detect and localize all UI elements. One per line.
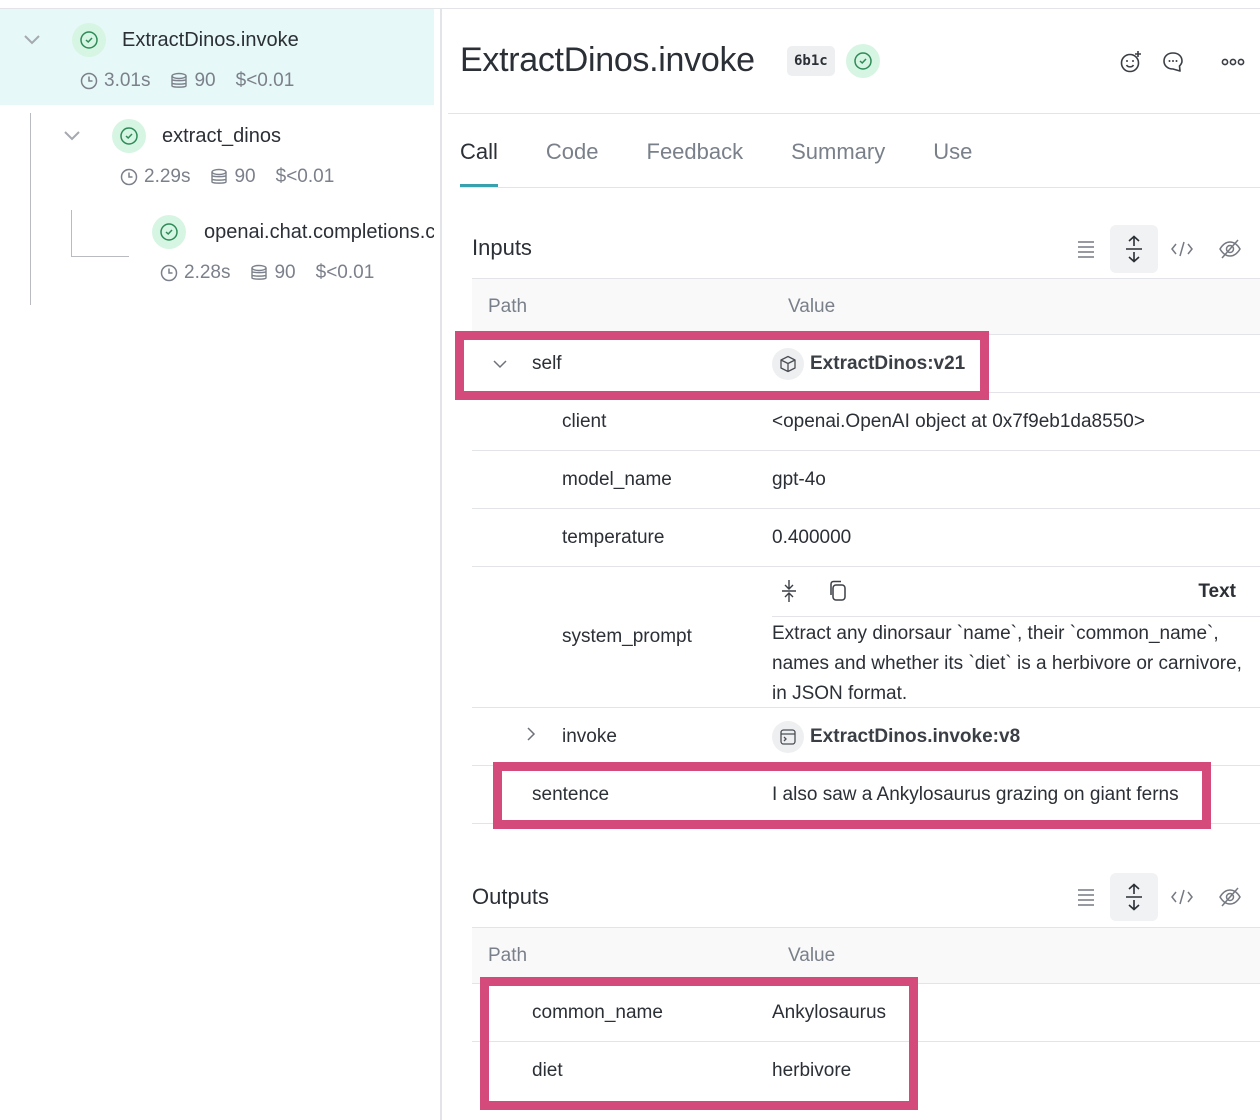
more-icon[interactable] [1218,47,1248,77]
row-value: 0.400000 [772,526,852,548]
row-value: <openai.OpenAI object at 0x7f9eb1da8550> [772,410,1145,432]
expand-collapse-icon[interactable] [1110,225,1158,273]
duration: 3.01s [80,70,150,92]
trace-node-name: openai.chat.completions.create [204,220,434,243]
input-row-system-prompt: system_prompt Text Extract any dinorsaur… [472,567,1260,708]
trace-node-openai-chat-completions[interactable]: openai.chat.completions.create 2.28s 90 … [0,201,434,297]
chevron-right-icon[interactable] [526,726,536,748]
token-count: 90 [170,70,216,92]
cost: $<0.01 [315,262,375,283]
cost: $<0.01 [275,166,335,187]
inputs-table: Path Value self ExtractDinos:v21 client … [472,278,1260,824]
clock-icon [80,72,98,90]
input-row-self[interactable]: self ExtractDinos:v21 [472,335,1260,393]
code-view-icon[interactable] [1158,873,1206,921]
path-column-header: Path [488,945,528,966]
outputs-table: Path Value common_name Ankylosaurus diet… [472,927,1260,1100]
row-path: sentence [532,783,610,805]
outputs-table-header: Path Value [472,927,1260,984]
tab-use[interactable]: Use [933,139,972,187]
path-column-header: Path [488,296,528,317]
collapse-icon[interactable] [780,579,798,609]
row-value: gpt-4o [772,468,826,490]
copy-icon[interactable] [828,580,848,608]
tab-summary[interactable]: Summary [791,139,885,187]
input-row-invoke[interactable]: invoke ExtractDinos.invoke:v8 [472,708,1260,766]
value-column-header: Value [788,296,836,317]
clock-icon [120,168,138,186]
object-cube-icon [772,347,804,380]
success-status-icon [152,215,186,249]
call-hash-badge[interactable]: 6b1c [787,46,835,76]
outputs-view-toolbar [1062,873,1254,921]
row-path: client [562,410,607,432]
comment-icon[interactable] [1158,47,1188,77]
tab-bar: Call Code Feedback Summary Use [460,139,1020,187]
tabs-divider [460,187,1260,188]
row-value[interactable]: ExtractDinos:v21 [772,347,965,380]
row-path: invoke [562,725,617,747]
outputs-section-title: Outputs [472,884,550,909]
list-view-icon[interactable] [1062,873,1110,921]
add-reaction-icon[interactable] [1116,47,1146,77]
row-path: diet [532,1060,563,1081]
input-row-client: client <openai.OpenAI object at 0x7f9eb1… [472,393,1260,451]
cost: $<0.01 [235,70,295,91]
input-row-model-name: model_name gpt-4o [472,451,1260,509]
input-row-sentence: sentence I also saw a Ankylosaurus grazi… [472,766,1260,824]
trace-node-extractdinos-invoke[interactable]: ExtractDinos.invoke 3.01s 90 $<0.01 [0,9,434,105]
row-path: common_name [532,1001,663,1023]
chevron-down-icon[interactable] [60,124,84,148]
tab-feedback[interactable]: Feedback [647,139,744,187]
inputs-section-title: Inputs [472,235,532,260]
text-value-toolbar: Text [772,567,1260,617]
format-label[interactable]: Text [1198,581,1236,603]
success-status-icon [72,23,106,57]
page-title: ExtractDinos.invoke [460,41,755,79]
row-value: Ankylosaurus [772,1001,887,1023]
value-column-header: Value [788,945,836,966]
header-divider [448,113,1260,114]
database-icon [251,264,268,280]
trace-tree: ExtractDinos.invoke 3.01s 90 $<0.01 extr… [0,9,434,1120]
system-prompt-text: Extract any dinorsaur `name`, their `com… [772,623,1242,704]
trace-node-name: ExtractDinos.invoke [122,28,299,51]
expand-collapse-icon[interactable] [1110,873,1158,921]
tab-code[interactable]: Code [546,139,599,187]
code-view-icon[interactable] [1158,225,1206,273]
duration: 2.28s [160,262,230,284]
hide-icon[interactable] [1206,873,1254,921]
clock-icon [160,264,178,282]
output-row-diet: diet herbivore [472,1042,1260,1100]
token-count: 90 [210,166,256,188]
inputs-view-toolbar [1062,225,1254,273]
database-icon [171,72,188,88]
output-row-common-name: common_name Ankylosaurus [472,984,1260,1042]
call-detail-panel: ExtractDinos.invoke 6b1c Call Code Feedb… [442,9,1260,1120]
row-path: temperature [562,526,665,548]
row-value: I also saw a Ankylosaurus grazing on gia… [772,783,1179,805]
trace-node-extract-dinos[interactable]: extract_dinos 2.29s 90 $<0.01 [0,105,434,201]
row-value: herbivore [772,1060,852,1081]
chevron-down-icon[interactable] [492,353,508,375]
row-value[interactable]: ExtractDinos.invoke:v8 [772,720,1020,753]
row-path: system_prompt [562,626,692,647]
database-icon [211,168,228,184]
tab-call[interactable]: Call [460,139,498,187]
inputs-table-header: Path Value [472,278,1260,335]
row-path: self [532,352,562,374]
token-count: 90 [250,262,296,284]
duration: 2.29s [120,166,190,188]
row-path: model_name [562,468,672,490]
success-status-icon [112,119,146,153]
list-view-icon[interactable] [1062,225,1110,273]
success-status-icon [846,44,880,78]
input-row-temperature: temperature 0.400000 [472,509,1260,567]
chevron-down-icon[interactable] [20,28,44,52]
trace-node-name: extract_dinos [162,124,281,147]
op-terminal-icon [772,720,804,753]
hide-icon[interactable] [1206,225,1254,273]
